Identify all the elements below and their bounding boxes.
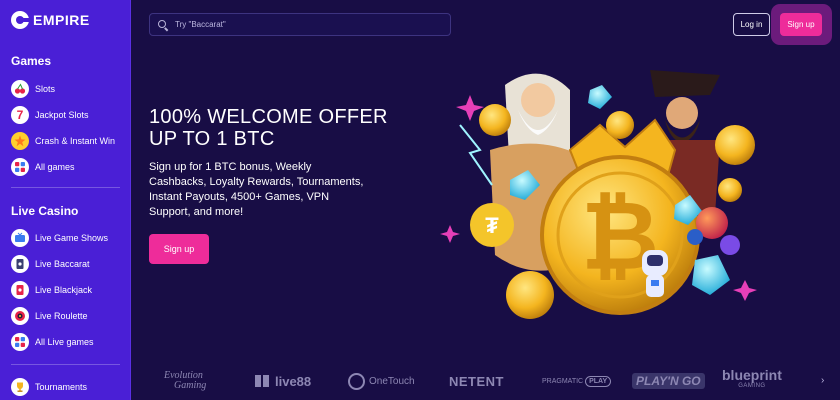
provider-onetouch[interactable]: OneTouch [348,366,415,396]
hero-description: Sign up for 1 BTC bonus, Weekly Cashback… [149,161,364,218]
sidebar-item-label: Crash & Instant Win [35,136,116,146]
brand-logo[interactable]: EMPIRE [11,11,90,29]
sidebar-divider [11,187,120,188]
search-input[interactable] [175,20,435,29]
provider-netent[interactable]: NETENT [449,366,504,396]
gem-shape [692,255,730,295]
card-icon [11,255,29,273]
coin-shape [479,104,511,136]
provider-name: NETENT [449,373,504,389]
sidebar: EMPIRE Games Slots 7 Jackpot Slots Crash… [0,0,131,400]
provider-strip: Evolution Gaming live88 OneTouch NETENT … [160,366,830,396]
grid-icon [11,333,29,351]
search-icon [158,19,168,30]
lightning-shape [459,124,493,186]
sidebar-item-all-live-games[interactable]: All Live games [11,332,126,352]
provider-blueprint[interactable]: blueprint GAMING [722,366,782,396]
sidebar-item-label: Slots [35,84,56,94]
live-casino-section-title: Live Casino [11,204,79,218]
sidebar-item-label: Live Baccarat [35,259,90,269]
login-button[interactable]: Log in [733,13,770,36]
empire-logo-icon [11,11,29,29]
provider-playngo[interactable]: PLAY'N GO [632,366,705,396]
provider-name: OneTouch [369,375,415,387]
tv-icon [11,229,29,247]
provider-pragmatic[interactable]: PRAGMATIC PLAY [542,366,612,396]
sidebar-item-label: Live Roulette [35,311,88,321]
provider-name: blueprint [722,367,782,383]
provider-subname: GAMING [738,383,766,389]
coin-shape [606,111,634,139]
bitcoin-coin: ₿ [540,155,700,315]
seven-icon: 7 [11,106,29,124]
planet-shape [720,235,740,255]
sidebar-item-live-game-shows[interactable]: Live Game Shows [11,228,126,248]
trophy-icon [11,378,29,396]
sidebar-item-label: Live Blackjack [35,285,93,295]
sidebar-item-jackpot-slots[interactable]: 7 Jackpot Slots [11,105,126,125]
sidebar-item-all-games[interactable]: All games [11,157,126,177]
provider-evolution[interactable]: Evolution Gaming [164,366,206,396]
sidebar-item-label: Jackpot Slots [35,110,89,120]
sidebar-divider [11,364,120,365]
signup-button[interactable]: Sign up [780,13,822,36]
hero-title: 100% WELCOME OFFER UP TO 1 BTC [149,106,388,150]
sidebar-item-label: All games [35,162,75,172]
sidebar-item-live-blackjack[interactable]: Live Blackjack [11,280,126,300]
coin-shape [715,125,755,165]
live88-logo-icon [253,372,271,390]
planet-shape [687,229,703,245]
hero-illustration: ₿ ₮ [440,70,757,319]
card-icon [11,281,29,299]
provider-subname: Gaming [174,380,207,391]
chevron-right-icon[interactable]: › [821,375,824,386]
brand-name: EMPIRE [33,12,90,28]
gem-shape [588,85,612,109]
provider-name: PLAY'N GO [632,373,705,389]
coin-shape [718,178,742,202]
svg-text:₮: ₮ [485,213,499,238]
provider-live88[interactable]: live88 [253,366,311,396]
provider-name: PRAGMATIC [542,377,584,385]
roulette-icon [11,307,29,325]
sidebar-item-crash-instant-win[interactable]: Crash & Instant Win [11,131,126,151]
sparkle-shape [440,225,460,243]
sidebar-item-slots[interactable]: Slots [11,79,126,99]
grid-icon [11,158,29,176]
search-bar[interactable] [149,13,451,36]
onetouch-logo-icon [348,372,365,390]
sidebar-item-label: All Live games [35,337,94,347]
sidebar-item-tournaments[interactable]: Tournaments [11,377,126,397]
cherry-icon [11,80,29,98]
provider-subname: PLAY [585,375,612,387]
sidebar-item-label: Tournaments [35,382,88,392]
sidebar-item-live-baccarat[interactable]: Live Baccarat [11,254,126,274]
games-section-title: Games [11,54,52,68]
hero-signup-button[interactable]: Sign up [149,234,209,264]
sparkle-shape [733,280,757,301]
coin-shape [506,271,554,319]
sidebar-item-live-roulette[interactable]: Live Roulette [11,306,126,326]
star-burst-icon [11,132,29,150]
sidebar-item-label: Live Game Shows [35,233,109,243]
provider-name: live88 [275,373,312,389]
